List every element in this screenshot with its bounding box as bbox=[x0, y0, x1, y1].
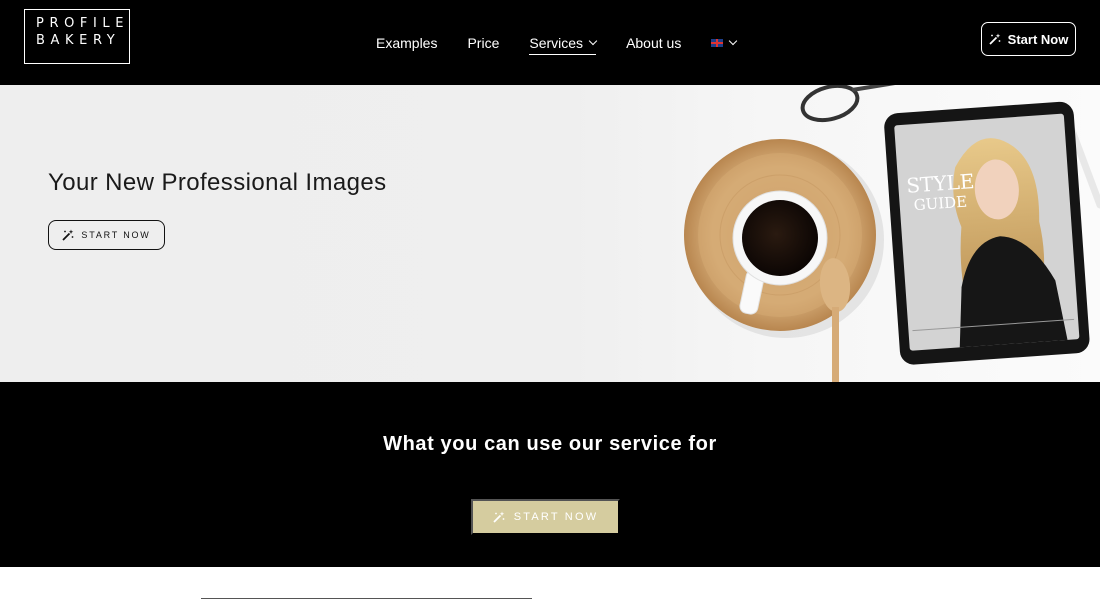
magic-wand-icon bbox=[989, 33, 1001, 45]
section-title: What you can use our service for bbox=[383, 433, 717, 455]
nav-item-about[interactable]: About us bbox=[626, 35, 681, 51]
nav-item-services[interactable]: Services bbox=[529, 32, 598, 55]
tablet-decoration: STYLE GUIDE bbox=[884, 101, 1090, 365]
language-selector[interactable] bbox=[711, 36, 738, 47]
divider bbox=[201, 598, 532, 599]
svg-text:GUIDE: GUIDE bbox=[913, 193, 968, 215]
magic-wand-icon bbox=[62, 229, 74, 241]
chevron-down-icon bbox=[588, 36, 598, 46]
uk-flag-icon bbox=[711, 38, 724, 47]
header-start-now-label: Start Now bbox=[1007, 31, 1069, 47]
service-uses-section: What you can use our service for START N… bbox=[0, 382, 1100, 567]
nav-item-services-label: Services bbox=[529, 35, 584, 51]
magic-wand-icon bbox=[493, 511, 505, 523]
main-nav: Examples Price Services About us bbox=[376, 0, 738, 85]
logo-line-1: PROFILE bbox=[36, 16, 130, 31]
chevron-down-icon bbox=[729, 36, 738, 45]
section-start-now-button[interactable]: START NOW bbox=[471, 499, 620, 535]
site-header: PROFILE BAKERY Examples Price Services A… bbox=[0, 0, 1100, 85]
hero-start-now-button[interactable]: START NOW bbox=[48, 220, 165, 250]
logo-line-2: BAKERY bbox=[36, 33, 121, 48]
section-start-now-label: START NOW bbox=[513, 511, 599, 523]
hero-title: Your New Professional Images bbox=[48, 169, 387, 196]
hero-image: STYLE GUIDE bbox=[684, 85, 1100, 382]
nav-item-price[interactable]: Price bbox=[467, 35, 499, 51]
hero-section: Your New Professional Images START NOW S… bbox=[0, 85, 1100, 382]
hero-start-now-label: START NOW bbox=[81, 230, 151, 240]
logo[interactable]: PROFILE BAKERY bbox=[24, 9, 130, 64]
next-section bbox=[0, 567, 1100, 600]
glasses-decoration bbox=[800, 85, 896, 123]
header-start-now-button[interactable]: Start Now bbox=[981, 22, 1076, 56]
nav-item-examples[interactable]: Examples bbox=[376, 35, 437, 51]
